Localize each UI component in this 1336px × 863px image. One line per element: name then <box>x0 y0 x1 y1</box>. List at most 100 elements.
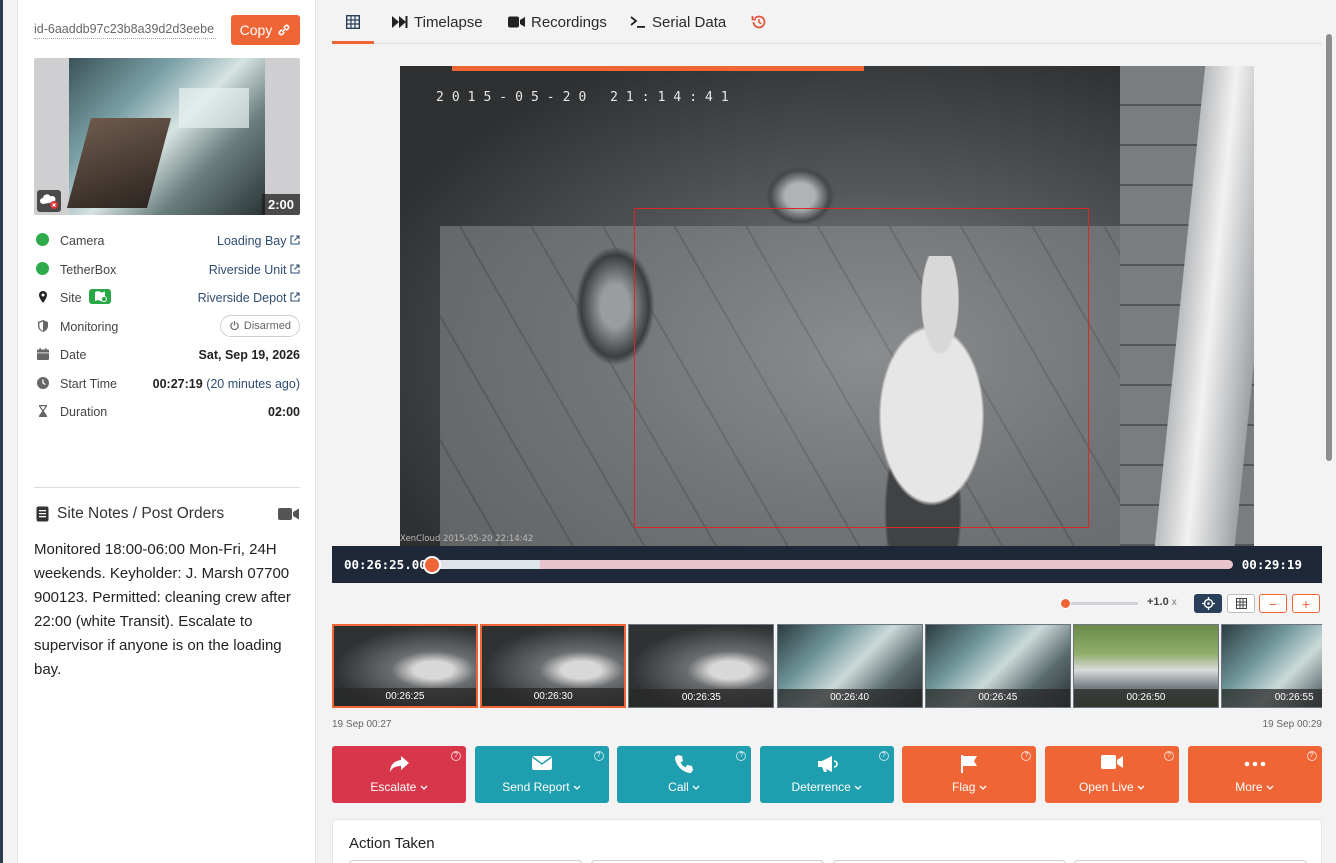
camera-label: Camera <box>60 234 105 248</box>
zoom-out-button[interactable]: − <box>1259 594 1287 613</box>
frame-thumbnail[interactable]: 00:26:35 <box>628 624 775 708</box>
player-controls: +1.0 x − + <box>332 592 1322 616</box>
speed-value: +1.0 <box>1147 596 1169 608</box>
more-button[interactable]: ? More <box>1187 746 1322 803</box>
power-icon <box>230 320 239 331</box>
date-value: Sat, Sep 19, 2026 <box>198 348 300 362</box>
tetherbox-value: Riverside Unit <box>208 262 287 277</box>
tab-grid[interactable] <box>346 12 366 32</box>
date-label: Date <box>60 348 87 362</box>
speed-slider[interactable] <box>1060 602 1138 605</box>
tetherbox-link[interactable]: Riverside Unit <box>209 263 300 277</box>
camera-value: Loading Bay <box>217 234 287 248</box>
call-button[interactable]: ? Call <box>617 746 752 803</box>
call-label: Call <box>617 780 751 794</box>
grid-view-button[interactable] <box>1227 594 1255 613</box>
tab-history[interactable] <box>751 12 773 32</box>
copy-label: Copy <box>239 22 273 38</box>
locate-button[interactable] <box>1194 594 1222 613</box>
external-link-icon <box>290 263 300 274</box>
disarmed-toggle[interactable]: Disarmed <box>219 314 300 337</box>
escalate-label: Escalate <box>332 780 466 794</box>
more-label: More <box>1188 780 1322 794</box>
scrub-handle[interactable] <box>423 556 441 574</box>
event-thumbnail[interactable]: 2:00 <box>34 58 300 215</box>
frame-thumbnail-time: 00:26:40 <box>777 689 922 707</box>
flag-button[interactable]: ? Flag <box>902 746 1037 803</box>
monitoring-row: Monitoring Disarmed <box>34 314 300 344</box>
event-id-row: id-6aaddb97c23b8a39d2d3eebe Copy <box>34 15 300 45</box>
frame-thumbnail[interactable]: 00:26:45 <box>924 624 1071 708</box>
escalate-button[interactable]: ? Escalate <box>332 746 466 803</box>
external-link-icon <box>290 292 300 302</box>
shield-icon <box>38 319 48 332</box>
camera-link[interactable]: Loading Bay <box>217 234 300 248</box>
speed-unit: x <box>1171 597 1177 608</box>
frame-thumbnail-time: 00:26:50 <box>1074 689 1218 707</box>
send-report-label-text: Send Report <box>502 780 570 794</box>
current-time: 00:26:25.00 <box>344 557 427 572</box>
scrub-track[interactable] <box>432 560 1233 569</box>
external-link-icon <box>290 235 300 245</box>
tab-timelapse-label: Timelapse <box>414 13 483 31</box>
tetherbox-status-icon <box>36 261 49 275</box>
frame-thumbnail[interactable]: 00:26:55 <box>1221 624 1322 708</box>
buffer-progress-bar <box>452 66 864 71</box>
event-details-panel: id-6aaddb97c23b8a39d2d3eebe Copy 2:00 Ca… <box>17 0 316 863</box>
camera-status-icon <box>36 233 49 246</box>
page-scrollbar[interactable] <box>1326 34 1332 461</box>
site-map-icon[interactable] <box>89 289 111 304</box>
share-arrow-icon <box>332 754 466 776</box>
minus-icon: − <box>1268 595 1278 612</box>
calendar-icon <box>37 348 49 360</box>
deterrence-label-text: Deterrence <box>791 780 851 794</box>
hourglass-icon <box>39 405 47 417</box>
copy-button[interactable]: Copy <box>231 15 300 45</box>
event-info-list: Camera Loading Bay TetherBox Riverside U… <box>34 229 300 429</box>
tab-recordings[interactable]: Recordings <box>508 12 607 32</box>
frame-thumbnail[interactable]: 00:26:40 <box>776 624 923 708</box>
site-row: Site Riverside Depot <box>34 286 300 315</box>
open-live-button[interactable]: ? Open Live <box>1045 746 1179 803</box>
duration-label: Duration <box>60 405 108 419</box>
document-icon <box>36 506 49 522</box>
site-notes-body: Monitored 18:00-06:00 Mon-Fri, 24H weeke… <box>34 541 291 678</box>
send-report-button[interactable]: ? Send Report <box>474 746 609 803</box>
frame-thumbnail-time: 00:26:25 <box>334 688 476 706</box>
clock-icon <box>37 376 49 389</box>
frame-thumbnail[interactable]: 00:26:50 <box>1073 624 1219 708</box>
frame-thumbnails: 00:26:25 00:26:30 00:26:35 00:26:40 00:26:45… <box>332 624 1322 708</box>
video-player[interactable]: 2015-05-20 21:14:41 XenCloud 2015-05-20 … <box>400 66 1254 546</box>
zoom-in-button[interactable]: + <box>1292 594 1320 613</box>
frame-thumbnail[interactable]: 00:26:30 <box>480 624 627 708</box>
scrub-buffered <box>432 560 541 569</box>
flag-label-text: Flag <box>952 780 976 794</box>
escalate-label-text: Escalate <box>370 780 417 794</box>
envelope-icon <box>475 754 609 776</box>
chevron-down-icon <box>570 780 581 794</box>
tab-serial-data[interactable]: Serial Data <box>630 12 726 32</box>
link-icon <box>278 24 290 36</box>
timeline-labels: 19 Sep 00:27 19 Sep 00:29 <box>332 719 1322 733</box>
video-camera-icon[interactable] <box>278 507 300 521</box>
frame-thumbnail[interactable]: 00:26:25 <box>332 624 478 708</box>
speed-slider-handle[interactable] <box>1060 598 1071 609</box>
site-link[interactable]: Riverside Depot <box>198 291 300 305</box>
action-taken-card: Action Taken <box>332 819 1322 863</box>
app-left-edge <box>0 0 3 863</box>
crosshair-icon <box>1201 597 1215 610</box>
video-osd-timestamp: 2015-05-20 21:14:41 <box>436 90 737 105</box>
playback-scrubber: 00:26:25.00 00:29:19 <box>332 546 1322 583</box>
monitoring-label: Monitoring <box>60 319 119 334</box>
flag-icon <box>902 754 1036 776</box>
cloud-offline-icon <box>37 190 61 212</box>
ellipsis-icon <box>1188 754 1322 776</box>
chevron-down-icon <box>1263 780 1274 794</box>
timeline-end: 19 Sep 00:29 <box>1262 719 1323 730</box>
deterrence-button[interactable]: ? Deterrence <box>759 746 894 803</box>
tetherbox-row: TetherBox Riverside Unit <box>34 258 300 287</box>
grid-icon <box>1235 598 1247 609</box>
tab-timelapse[interactable]: Timelapse <box>391 12 483 32</box>
deterrence-label: Deterrence <box>760 780 894 794</box>
chevron-down-icon <box>975 780 987 794</box>
